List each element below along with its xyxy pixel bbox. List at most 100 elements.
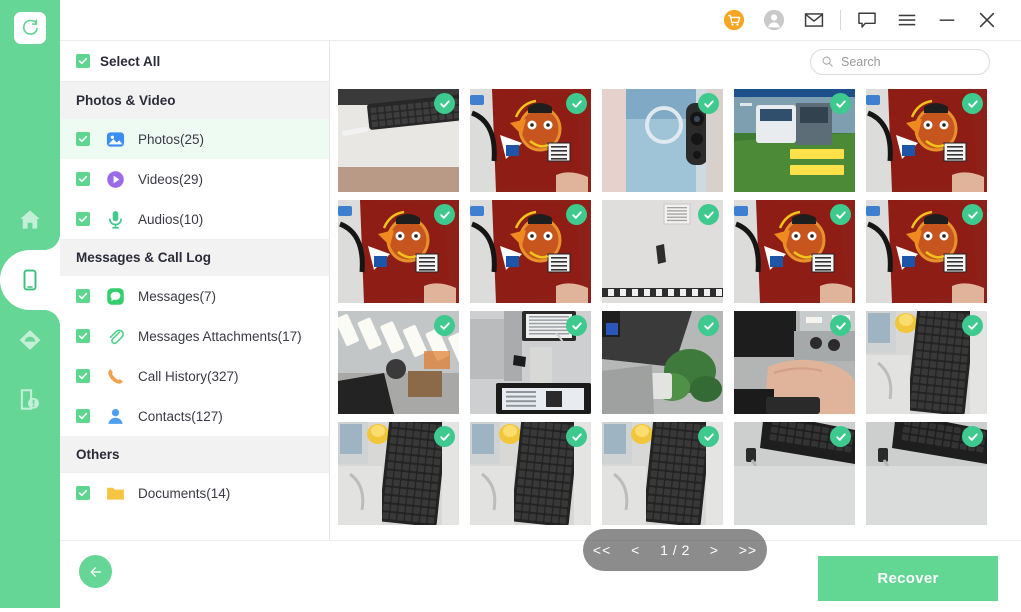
documents-checkbox[interactable] [76, 486, 90, 500]
sidebar-item-label: Documents(14) [138, 485, 231, 501]
page-first-button[interactable]: << [593, 542, 611, 558]
back-button[interactable] [79, 555, 112, 588]
thumbnail-item[interactable] [338, 89, 459, 192]
contact-icon [104, 405, 126, 427]
recover-button[interactable]: Recover [818, 556, 998, 601]
check-icon [571, 210, 582, 219]
mail-icon [804, 13, 824, 27]
thumbnail-item[interactable] [470, 200, 591, 303]
sidebar-item-videos[interactable]: Videos(29) [60, 159, 329, 199]
search-input[interactable] [841, 54, 971, 69]
check-icon [571, 432, 582, 441]
minimize-button[interactable] [927, 0, 967, 40]
thumbnail-item[interactable] [470, 89, 591, 192]
thumbnail-item[interactable] [338, 311, 459, 414]
cart-icon [723, 9, 745, 31]
thumbnail-item[interactable] [866, 200, 987, 303]
close-button[interactable] [967, 0, 1007, 40]
thumbnail-select-badge[interactable] [434, 315, 455, 336]
check-icon [703, 432, 714, 441]
menu-button[interactable] [887, 0, 927, 40]
check-icon [703, 321, 714, 330]
window-bottom-strip [0, 608, 1021, 612]
thumbnail-select-badge[interactable] [698, 93, 719, 114]
check-icon [439, 321, 450, 330]
thumbnail-item[interactable] [734, 200, 855, 303]
thumbnail-item[interactable] [602, 422, 723, 525]
thumbnail-select-badge[interactable] [830, 93, 851, 114]
check-icon [835, 432, 846, 441]
page-indicator: 1 / 2 [660, 542, 690, 558]
account-button[interactable] [754, 0, 794, 40]
close-icon [979, 12, 995, 28]
audios-checkbox[interactable] [76, 212, 90, 226]
sidebar-item-call-history[interactable]: Call History(327) [60, 356, 329, 396]
thumbnail-select-badge[interactable] [566, 315, 587, 336]
sidebar-item-photos[interactable]: Photos(25) [60, 119, 329, 159]
mail-button[interactable] [794, 0, 834, 40]
rail-item-device[interactable] [0, 234, 60, 326]
thumbnail-item[interactable] [338, 422, 459, 525]
page-last-button[interactable]: >> [739, 542, 757, 558]
phone-device-icon [23, 269, 37, 291]
select-all-row[interactable]: Select All [60, 41, 329, 82]
thumbnail-select-badge[interactable] [830, 426, 851, 447]
thumbnail-item[interactable] [866, 311, 987, 414]
group-header-photos-video: Photos & Video [60, 82, 329, 119]
page-prev-button[interactable]: < [631, 542, 640, 558]
contacts-checkbox[interactable] [76, 409, 90, 423]
thumbnail-select-badge[interactable] [962, 426, 983, 447]
sidebar-item-messages-attachments[interactable]: Messages Attachments(17) [60, 316, 329, 356]
thumbnail-select-badge[interactable] [830, 315, 851, 336]
left-nav-rail [0, 0, 60, 612]
messages-checkbox[interactable] [76, 289, 90, 303]
footer-bar: Recover [60, 540, 1021, 612]
feedback-button[interactable] [847, 0, 887, 40]
thumbnail-item[interactable] [470, 311, 591, 414]
thumbnail-select-badge[interactable] [962, 93, 983, 114]
thumbnail-item[interactable] [866, 422, 987, 525]
sidebar-item-messages[interactable]: Messages(7) [60, 276, 329, 316]
thumbnail-select-badge[interactable] [698, 204, 719, 225]
category-sidebar: Select All Photos & Video Photos(25) Vid… [60, 40, 330, 540]
thumbnail-item[interactable] [338, 200, 459, 303]
photos-checkbox[interactable] [76, 132, 90, 146]
check-icon [78, 292, 88, 300]
thumbnail-select-badge[interactable] [434, 426, 455, 447]
group-header-messages-calllog: Messages & Call Log [60, 239, 329, 276]
cart-button[interactable] [714, 0, 754, 40]
thumbnail-select-badge[interactable] [698, 426, 719, 447]
thumbnail-item[interactable] [734, 89, 855, 192]
rail-item-repair[interactable] [0, 370, 60, 430]
thumbnail-select-badge[interactable] [434, 204, 455, 225]
thumbnail-item[interactable] [602, 311, 723, 414]
check-icon [835, 210, 846, 219]
thumbnail-select-badge[interactable] [962, 204, 983, 225]
thumbnail-select-badge[interactable] [698, 315, 719, 336]
thumbnail-item[interactable] [602, 200, 723, 303]
select-all-checkbox[interactable] [76, 54, 90, 68]
thumbnail-select-badge[interactable] [566, 426, 587, 447]
thumbnail-item[interactable] [734, 422, 855, 525]
select-all-label: Select All [100, 53, 161, 69]
thumbnail-select-badge[interactable] [566, 93, 587, 114]
thumbnail-select-badge[interactable] [566, 204, 587, 225]
thumbnail-item[interactable] [866, 89, 987, 192]
thumbnail-select-badge[interactable] [962, 315, 983, 336]
call-history-checkbox[interactable] [76, 369, 90, 383]
thumbnail-item[interactable] [602, 89, 723, 192]
thumbnail-item[interactable] [734, 311, 855, 414]
sidebar-item-label: Videos(29) [138, 171, 204, 187]
thumbnail-item[interactable] [470, 422, 591, 525]
search-box[interactable] [810, 48, 990, 75]
thumbnail-select-badge[interactable] [830, 204, 851, 225]
sidebar-item-contacts[interactable]: Contacts(127) [60, 396, 329, 436]
thumbnail-select-badge[interactable] [434, 93, 455, 114]
messages-attachments-checkbox[interactable] [76, 329, 90, 343]
account-icon [763, 9, 785, 31]
sidebar-item-documents[interactable]: Documents(14) [60, 473, 329, 513]
videos-checkbox[interactable] [76, 172, 90, 186]
page-next-button[interactable]: > [710, 542, 719, 558]
photo-icon [104, 128, 126, 150]
sidebar-item-audios[interactable]: Audios(10) [60, 199, 329, 239]
